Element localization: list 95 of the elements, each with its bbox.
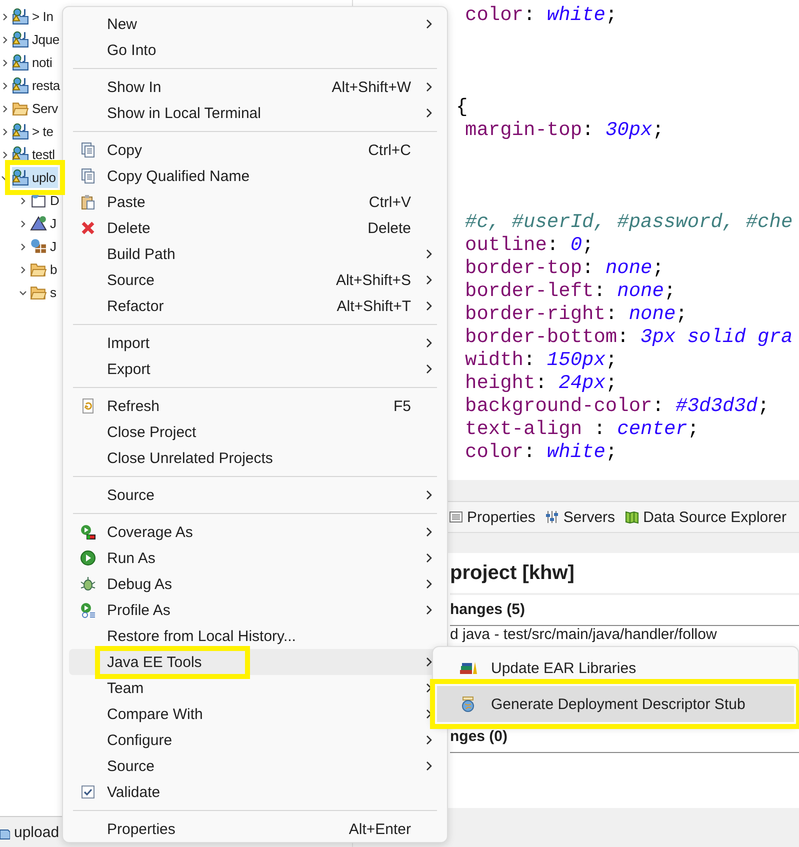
code-line: outline: 0;: [465, 234, 594, 256]
chevron-icon[interactable]: [0, 126, 10, 136]
copy-icon: [80, 168, 96, 184]
project-icon: [12, 123, 29, 140]
code-line: text-align : center;: [465, 418, 700, 440]
code-line: {: [456, 96, 468, 118]
bug-icon: [80, 576, 96, 592]
section-heading: hanges (5): [450, 595, 799, 626]
menu-item[interactable]: Import: [69, 330, 441, 356]
menu-item[interactable]: Export: [69, 356, 441, 382]
menu-item[interactable]: Debug As: [69, 571, 441, 597]
tree-item[interactable]: > In: [12, 6, 56, 27]
menu-item[interactable]: Delete Delete: [69, 215, 441, 241]
chevron-icon[interactable]: [0, 150, 10, 160]
menu-item[interactable]: Paste Ctrl+V: [69, 189, 441, 215]
servers-icon: [545, 510, 560, 524]
project-icon: [12, 8, 29, 25]
tree-item[interactable]: noti: [12, 52, 54, 73]
run-icon: [80, 550, 96, 566]
books-icon: [459, 660, 477, 676]
tree-item[interactable]: s: [30, 282, 58, 303]
refresh-icon: [80, 398, 96, 414]
menu-item[interactable]: Refresh F5: [69, 393, 441, 419]
menu-item[interactable]: Source: [69, 753, 441, 779]
status-text: upload: [14, 824, 60, 840]
menu-item[interactable]: Properties Alt+Enter: [69, 816, 441, 842]
profile-icon: [80, 602, 96, 618]
checkbox-icon: [80, 784, 96, 800]
code-line: background-color: #3d3d3d;: [465, 395, 770, 417]
panel-title: project [khw]: [450, 553, 799, 595]
project-icon: [12, 169, 29, 186]
menu-item[interactable]: Generate Deployment Descriptor Stub: [437, 686, 794, 722]
project-icon: [12, 77, 29, 94]
chevron-icon[interactable]: [18, 218, 28, 228]
chevron-icon[interactable]: [18, 264, 28, 274]
jar-icon: [30, 238, 47, 255]
menu-item[interactable]: Profile As: [69, 597, 441, 623]
document-icon: [30, 192, 47, 209]
change-row[interactable]: d java - test/src/main/java/handler/follow: [450, 626, 717, 644]
menu-item[interactable]: Copy Ctrl+C: [69, 137, 441, 163]
chevron-icon[interactable]: [18, 242, 28, 252]
chevron-icon[interactable]: [18, 196, 28, 206]
project-icon: [12, 146, 29, 163]
delete-icon: [80, 220, 96, 236]
tree-item[interactable]: D: [30, 190, 62, 211]
view-tab[interactable]: Servers: [545, 508, 616, 526]
menu-item[interactable]: Run As: [69, 545, 441, 571]
code-line: #c, #userId, #password, #che: [465, 211, 793, 233]
menu-item[interactable]: Source: [69, 482, 441, 508]
project-icon: [12, 31, 29, 48]
menu-item[interactable]: Restore from Local History...: [69, 623, 441, 649]
code-line: border-top: none;: [465, 257, 664, 279]
menu-item[interactable]: Coverage As: [69, 519, 441, 545]
coverage-icon: [80, 524, 96, 540]
tree-item[interactable]: Jque: [12, 29, 62, 50]
library-icon: [30, 215, 47, 232]
menu-item[interactable]: Close Unrelated Projects: [69, 445, 441, 471]
chevron-icon[interactable]: [0, 34, 10, 44]
code-line: margin-top: 30px;: [465, 119, 664, 141]
menu-item[interactable]: Configure: [69, 727, 441, 753]
tree-item[interactable]: > te: [12, 121, 56, 142]
code-line: height: 24px;: [465, 372, 618, 394]
tree-item[interactable]: Serv: [12, 98, 60, 119]
menu-item[interactable]: Refactor Alt+Shift+T: [69, 293, 441, 319]
map-icon: [625, 510, 640, 524]
tree-item[interactable]: testl: [12, 144, 57, 165]
menu-item[interactable]: New: [69, 11, 441, 37]
tree-item[interactable]: J: [30, 213, 58, 234]
menu-item[interactable]: Build Path: [69, 241, 441, 267]
chevron-icon[interactable]: [0, 104, 10, 114]
view-tab[interactable]: Data Source Explorer: [625, 508, 786, 526]
code-line: width: 150px;: [465, 349, 618, 371]
menu-item[interactable]: Show In Alt+Shift+W: [69, 74, 441, 100]
chevron-icon[interactable]: [0, 58, 10, 68]
menu-item[interactable]: Close Project: [69, 419, 441, 445]
chevron-icon[interactable]: [0, 80, 10, 90]
code-line: border-left: none;: [465, 280, 676, 302]
paste-icon: [80, 194, 96, 210]
code-line: color: white;: [465, 441, 618, 463]
menu-item[interactable]: Show in Local Terminal: [69, 100, 441, 126]
menu-item[interactable]: Copy Qualified Name: [69, 163, 441, 189]
tree-item[interactable]: resta: [12, 75, 62, 96]
project-icon: [12, 54, 29, 71]
menu-item[interactable]: Source Alt+Shift+S: [69, 267, 441, 293]
tree-item[interactable]: b: [30, 259, 60, 280]
menu-item[interactable]: Go Into: [69, 37, 441, 63]
tree-item[interactable]: J: [30, 236, 58, 257]
code-line: border-right: none;: [465, 303, 688, 325]
menu-item[interactable]: Validate: [69, 779, 441, 805]
code-line: color: white;: [465, 4, 618, 26]
code-line: border-bottom: 3px solid gra: [465, 326, 793, 348]
tree-item[interactable]: uplo: [12, 167, 58, 188]
view-tab[interactable]: Properties: [449, 508, 536, 526]
copy-icon: [80, 142, 96, 158]
chevron-icon[interactable]: [0, 12, 10, 22]
